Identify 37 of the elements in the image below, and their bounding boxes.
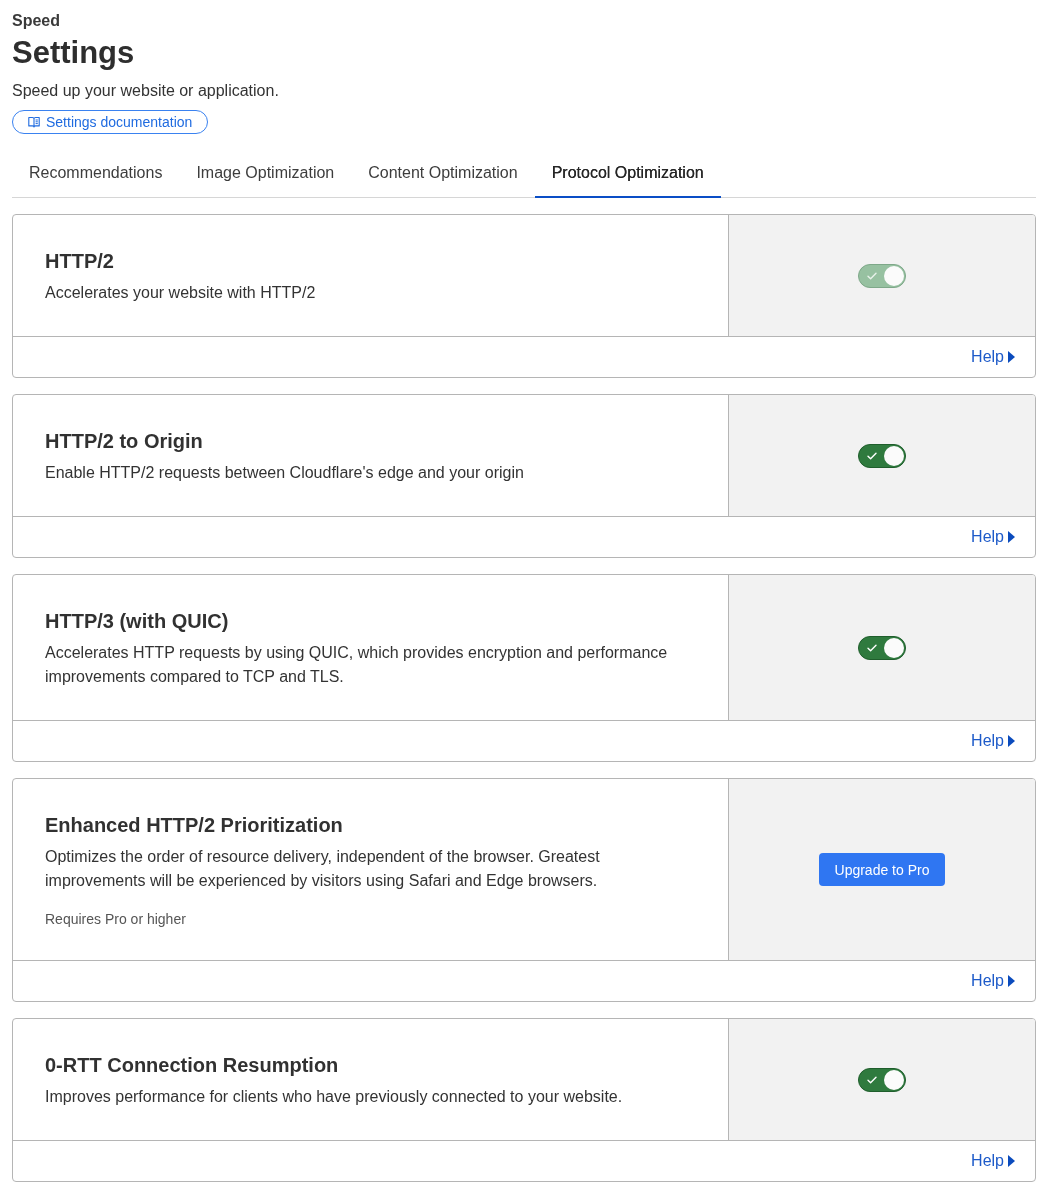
setting-description: Improves performance for clients who have previously connected to your website. (45, 1087, 624, 1107)
tab[interactable]: Recommendations (12, 150, 180, 198)
setting-description: Accelerates HTTP requests by using QUIC, which provides encryption and performance improvements compared to TCP and TLS. (45, 643, 669, 687)
toggle-switch[interactable] (858, 635, 906, 660)
setting-description: Optimizes the order of resource delivery, independent of the browser. Greatest improvements will be experienced by visitors using Safari and Edge browsers. (45, 847, 601, 891)
caret-icon (1008, 351, 1015, 363)
caret-icon (1008, 1155, 1015, 1167)
caret-icon (1008, 531, 1015, 543)
setting-title: Enhanced HTTP/2 Prioritization (45, 813, 344, 838)
caret-icon (1008, 735, 1015, 747)
page-subtitle: Speed up your website or application. (12, 81, 280, 101)
setting-title: 0-RTT Connection Resumption (45, 1053, 340, 1078)
help-link[interactable]: Help (971, 729, 1015, 753)
check-icon (867, 451, 877, 460)
setting-description: Enable HTTP/2 requests between Cloudflare's edge and your origin (45, 463, 525, 483)
upgrade-button[interactable]: Upgrade to Pro (818, 853, 946, 886)
tab[interactable]: Content Optimization (351, 150, 535, 198)
help-link[interactable]: Help (971, 345, 1015, 369)
toggle-switch[interactable] (858, 443, 906, 468)
check-icon (867, 643, 877, 652)
book-icon (28, 116, 40, 128)
toggle-switch[interactable] (858, 1067, 906, 1092)
setting-title: HTTP/2 to Origin (45, 429, 204, 454)
check-icon (867, 1075, 877, 1084)
section-label: Speed (12, 11, 61, 31)
requirement-note: Requires Pro or higher (45, 910, 187, 929)
help-link[interactable]: Help (971, 969, 1015, 993)
tab[interactable]: Image Optimization (179, 150, 352, 198)
check-icon (867, 271, 877, 280)
setting-title: HTTP/2 (45, 249, 115, 274)
help-link[interactable]: Help (971, 525, 1015, 549)
tab[interactable]: Protocol Optimization (534, 150, 721, 198)
setting-title: HTTP/3 (with QUIC) (45, 609, 230, 634)
help-link[interactable]: Help (971, 1149, 1015, 1173)
caret-icon (1008, 975, 1015, 987)
page-title: Settings (12, 34, 136, 72)
setting-description: Accelerates your website with HTTP/2 (45, 283, 317, 303)
